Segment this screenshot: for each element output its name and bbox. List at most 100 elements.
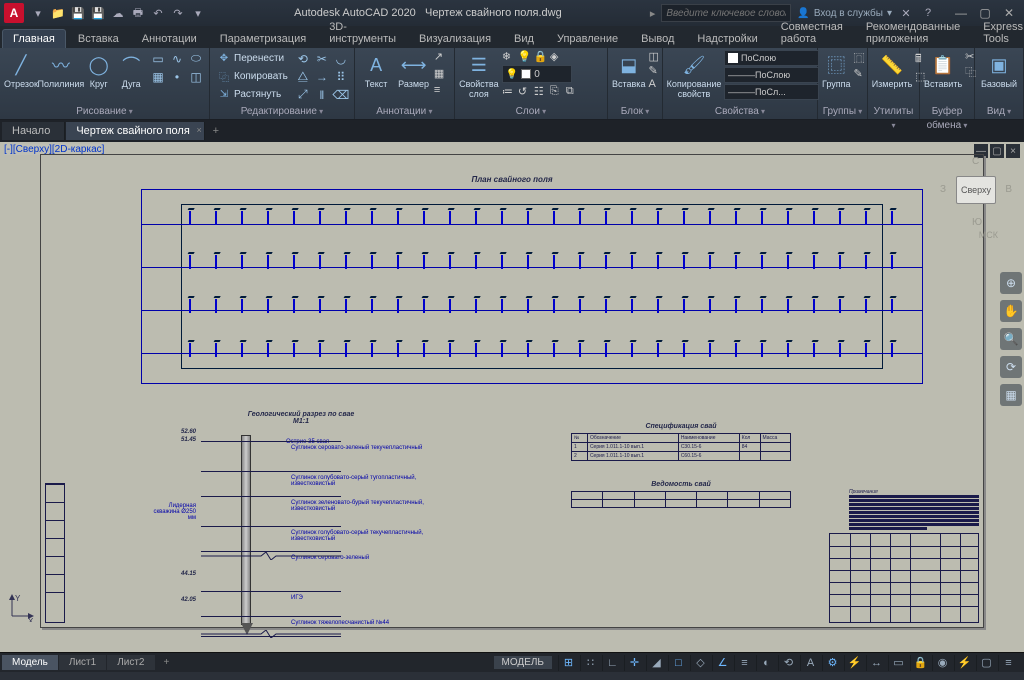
linetype-selector[interactable]: ———ПоСл... xyxy=(724,84,819,100)
table-icon[interactable]: ▦ xyxy=(434,67,450,83)
doctab-add[interactable]: + xyxy=(206,125,226,137)
isolate-icon[interactable]: ◉ xyxy=(932,655,952,671)
grid-toggle-icon[interactable]: ⊞ xyxy=(558,655,578,671)
line-button[interactable]: ╱Отрезок xyxy=(4,50,38,89)
circle-button[interactable]: ◯Круг xyxy=(84,50,114,89)
custom-icon[interactable]: ≡ xyxy=(998,655,1018,671)
text-button[interactable]: AТекст xyxy=(359,50,394,89)
tab-надстройки[interactable]: Надстройки xyxy=(686,29,768,48)
osnap-toggle-icon[interactable]: □ xyxy=(668,655,688,671)
vp-max-icon[interactable]: ▢ xyxy=(990,144,1004,158)
hatch-icon[interactable]: ▦ xyxy=(149,68,167,85)
panel-groups[interactable]: Группы xyxy=(822,105,863,119)
doctab-file[interactable]: Чертеж свайного поля× xyxy=(66,122,204,140)
dim-button[interactable]: ⟷Размер xyxy=(396,50,431,89)
layer-freeze-icon[interactable]: ❄ xyxy=(502,50,516,63)
panel-clip[interactable]: Буфер обмена xyxy=(924,105,970,119)
measure-button[interactable]: 📏Измерить xyxy=(872,50,912,89)
viewcube[interactable]: С З В Ю Сверху xyxy=(948,162,1004,218)
panel-view[interactable]: Вид xyxy=(979,105,1019,119)
isodraft-icon[interactable]: ◢ xyxy=(646,655,666,671)
pan-icon[interactable]: ✋ xyxy=(1000,300,1022,322)
tab-главная[interactable]: Главная xyxy=(2,29,66,48)
lockui-icon[interactable]: 🔒 xyxy=(910,655,930,671)
layout-sheet1[interactable]: Лист1 xyxy=(59,655,106,670)
qat-more-icon[interactable]: ▾ xyxy=(190,5,206,21)
copy-button[interactable]: ⿻Копировать xyxy=(214,68,291,85)
mirror-icon[interactable]: ⧋ xyxy=(294,68,312,85)
tab-рекомендованные приложения[interactable]: Рекомендованные приложения xyxy=(855,17,971,48)
trim-icon[interactable]: ✂ xyxy=(313,50,331,67)
panel-annot[interactable]: Аннотации xyxy=(359,105,450,119)
workspace-icon[interactable]: ⚡ xyxy=(844,655,864,671)
tab-параметризация[interactable]: Параметризация xyxy=(209,29,317,48)
offset-icon[interactable]: ‖ xyxy=(313,86,331,103)
tab-совместная работа[interactable]: Совместная работа xyxy=(770,17,854,48)
snap-toggle-icon[interactable]: ∷ xyxy=(580,655,600,671)
leader-icon[interactable]: ↗ xyxy=(434,50,450,66)
ortho-toggle-icon[interactable]: ∟ xyxy=(602,655,622,671)
cycling-icon[interactable]: ⟲ xyxy=(778,655,798,671)
qat-save-icon[interactable]: 💾 xyxy=(70,5,86,21)
fillet-icon[interactable]: ◡ xyxy=(332,50,350,67)
matchprop-button[interactable]: 🖌Копирование свойств xyxy=(667,50,721,99)
panel-layers[interactable]: Слои xyxy=(459,105,603,119)
layer-lock-icon[interactable]: 🔒 xyxy=(534,50,548,63)
status-model[interactable]: МОДЕЛЬ xyxy=(494,656,552,669)
tab-вид[interactable]: Вид xyxy=(503,29,545,48)
qat-cloud-icon[interactable]: ☁ xyxy=(110,5,126,21)
insert-button[interactable]: ⬓Вставка xyxy=(612,50,645,89)
layout-add[interactable]: + xyxy=(156,655,178,670)
arc-button[interactable]: ⌒Дуга xyxy=(116,50,146,89)
extend-icon[interactable]: → xyxy=(313,68,331,85)
zoom-icon[interactable]: 🔍 xyxy=(1000,328,1022,350)
layer-off-icon[interactable]: 💡 xyxy=(518,50,532,63)
panel-modify[interactable]: Редактирование xyxy=(214,105,350,119)
wcs-label[interactable]: МСК xyxy=(979,230,998,240)
cleanscreen-icon[interactable]: ▢ xyxy=(976,655,996,671)
transparency-icon[interactable]: ◐ xyxy=(756,655,776,671)
spline-icon[interactable]: ∿ xyxy=(168,50,186,67)
region-icon[interactable]: ◫ xyxy=(187,68,205,85)
qat-open-icon[interactable]: 📁 xyxy=(50,5,66,21)
navwheel-icon[interactable]: ⊕ xyxy=(1000,272,1022,294)
3dosnap-icon[interactable]: ◇ xyxy=(690,655,710,671)
layer-prev-icon[interactable]: ↺ xyxy=(518,85,532,98)
tab-express tools[interactable]: Express Tools xyxy=(972,17,1024,48)
layer-iso-icon[interactable]: ◈ xyxy=(550,50,564,63)
baseview-button[interactable]: ▣Базовый xyxy=(979,50,1019,89)
tab-вывод[interactable]: Вывод xyxy=(630,29,685,48)
panel-block[interactable]: Блок xyxy=(612,105,658,119)
vp-close-icon[interactable]: × xyxy=(1006,144,1020,158)
qat-new-icon[interactable]: ▾ xyxy=(30,5,46,21)
doctab-start[interactable]: Начало xyxy=(2,122,65,140)
layer-selector[interactable]: 💡0 xyxy=(502,65,572,83)
units-icon[interactable]: ↔ xyxy=(866,655,886,671)
scale-icon[interactable]: ⤢ xyxy=(294,86,312,103)
app-logo[interactable]: A xyxy=(4,3,24,23)
point-icon[interactable]: • xyxy=(168,68,186,85)
paste-button[interactable]: 📋Вставить xyxy=(924,50,962,89)
qat-undo-icon[interactable]: ↶ xyxy=(150,5,166,21)
qat-saveas-icon[interactable]: 💾 xyxy=(90,5,106,21)
hwacc-icon[interactable]: ⚡ xyxy=(954,655,974,671)
panel-draw[interactable]: Рисование xyxy=(4,105,205,119)
quickprops-icon[interactable]: ▭ xyxy=(888,655,908,671)
layerprops-button[interactable]: ☰Свойства слоя xyxy=(459,50,499,99)
layer-xref-icon[interactable]: ⧉ xyxy=(566,85,580,98)
tab-вставка[interactable]: Вставка xyxy=(67,29,130,48)
lineweight-selector[interactable]: ———ПоСлою xyxy=(724,67,819,83)
color-selector[interactable]: ПоСлою xyxy=(724,50,819,66)
panel-utils[interactable]: Утилиты xyxy=(872,105,915,119)
polyline-button[interactable]: 〰Полилиния xyxy=(41,50,81,89)
stretch-button[interactable]: ⇲Растянуть xyxy=(214,86,291,103)
annomon-icon[interactable]: ⚙ xyxy=(822,655,842,671)
rect-icon[interactable]: ▭ xyxy=(149,50,167,67)
tab-аннотации[interactable]: Аннотации xyxy=(131,29,208,48)
lineweight-toggle-icon[interactable]: ≡ xyxy=(734,655,754,671)
mtext-icon[interactable]: ≡ xyxy=(434,84,450,100)
layout-sheet2[interactable]: Лист2 xyxy=(107,655,154,670)
erase-icon[interactable]: ⌫ xyxy=(332,86,350,103)
annoscale-icon[interactable]: A xyxy=(800,655,820,671)
otrack-icon[interactable]: ∠ xyxy=(712,655,732,671)
